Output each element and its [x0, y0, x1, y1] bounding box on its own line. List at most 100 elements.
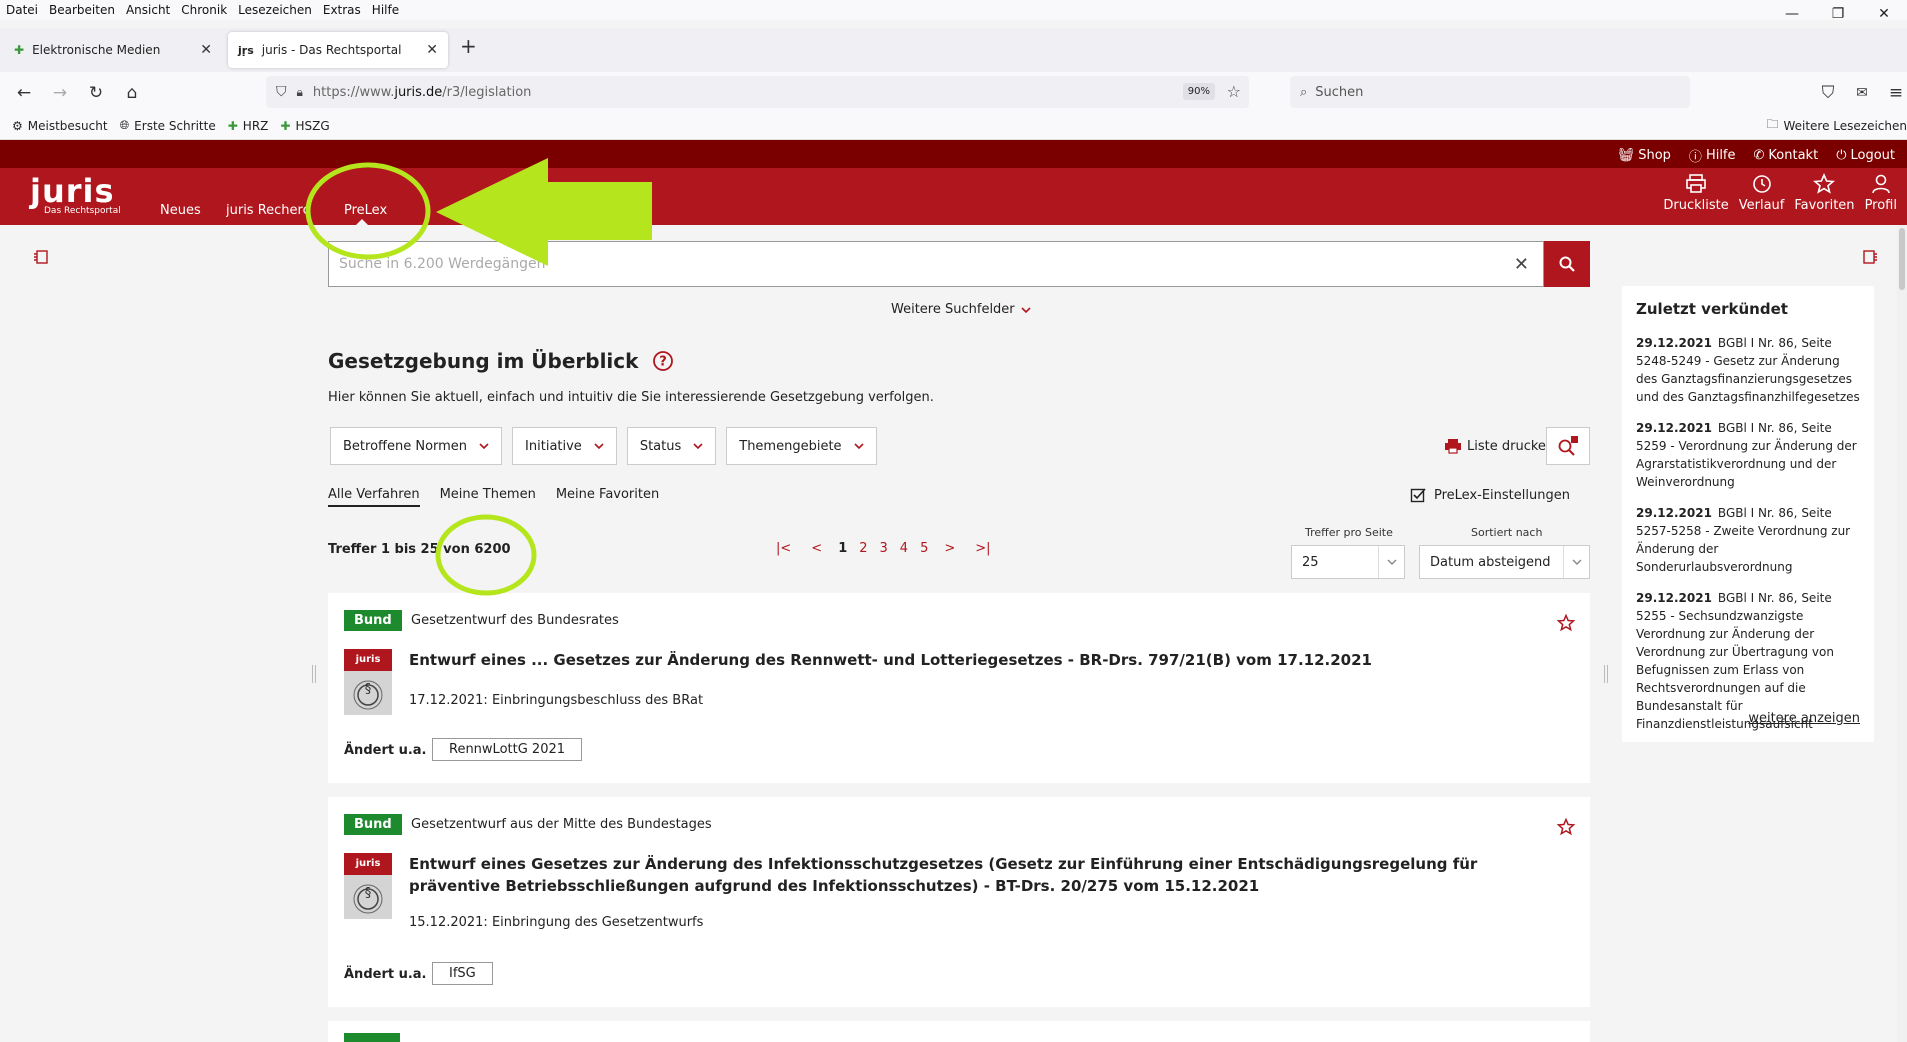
favoriten-button[interactable]: Favoriten	[1794, 172, 1855, 213]
minimize-button[interactable]: —	[1769, 0, 1815, 28]
first-page-icon[interactable]: |<	[776, 541, 791, 556]
favorite-star-icon[interactable]	[1556, 613, 1576, 633]
profil-button[interactable]: Profil	[1865, 172, 1897, 213]
prelex-einstellungen-link[interactable]: PreLex-Einstellungen	[1410, 487, 1570, 503]
result-card[interactable]: Bund Gesetzentwurf aus der Mitte des Bun…	[328, 797, 1590, 1007]
menu-hilfe[interactable]: Hilfe	[372, 3, 399, 17]
tab-alle-verfahren[interactable]: Alle Verfahren	[328, 487, 420, 507]
tab-meine-favoriten[interactable]: Meine Favoriten	[556, 487, 659, 507]
folder-icon: 🗀	[1766, 117, 1779, 131]
page-scrollbar[interactable]	[1897, 225, 1907, 1042]
juris-favicon-icon: jṛs	[238, 43, 254, 57]
forward-icon[interactable]: →	[48, 81, 72, 105]
document-status-date: 15.12.2021: Einbringung des Gesetzentwur…	[409, 915, 704, 930]
search-button[interactable]	[1544, 241, 1590, 287]
clear-icon[interactable]: ✕	[1514, 254, 1529, 275]
announcement-item[interactable]: 29.12.2021 BGBl I Nr. 86, Seite 5257-5258…	[1636, 504, 1860, 576]
maximize-button[interactable]: ❐	[1815, 0, 1861, 28]
sort-select[interactable]: Datum absteigend	[1419, 545, 1590, 579]
mail-icon[interactable]: ✉	[1850, 81, 1874, 105]
announcement-item[interactable]: 29.12.2021 BGBl I Nr. 86, Seite 5259 - Ve…	[1636, 419, 1860, 491]
filter-status[interactable]: Status	[626, 427, 717, 465]
help-link[interactable]: ⓘ Hilfe	[1689, 146, 1736, 165]
globe-icon: 🌐︎	[119, 118, 130, 132]
menu-chronik[interactable]: Chronik	[181, 3, 227, 17]
page-3[interactable]: 3	[880, 541, 888, 556]
page-4[interactable]: 4	[900, 541, 908, 556]
weitere-anzeigen-link[interactable]: weitere anzeigen	[1748, 711, 1860, 726]
new-tab-icon[interactable]: +	[460, 34, 477, 58]
tab-meine-themen[interactable]: Meine Themen	[440, 487, 536, 507]
zoom-badge[interactable]: 90%	[1182, 83, 1215, 100]
menu-datei[interactable]: Datei	[6, 3, 38, 17]
menu-ansicht[interactable]: Ansicht	[126, 3, 170, 17]
left-resize-handle[interactable]	[312, 665, 316, 683]
document-title[interactable]: Entwurf eines ... Gesetzes zur Änderung …	[409, 649, 1569, 671]
chevron-down-icon	[479, 443, 489, 450]
scrollbar-thumb[interactable]	[1899, 228, 1905, 290]
chevron-down-icon	[1378, 546, 1404, 578]
chevron-down-icon	[1563, 546, 1589, 578]
nav-prelex[interactable]: PreLex	[344, 203, 387, 218]
contact-link[interactable]: ✆ Kontakt	[1754, 146, 1819, 165]
druckliste-button[interactable]: Druckliste	[1663, 172, 1729, 213]
close-window-button[interactable]: ✕	[1861, 0, 1907, 28]
bookmarks-more[interactable]: 🗀 Weitere Lesezeichen	[1766, 115, 1907, 136]
tab-juris[interactable]: jṛs juris - Das Rechtsportal ✕	[228, 32, 448, 68]
page-title: Gesetzgebung im Überblick ?	[328, 349, 674, 373]
menu-extras[interactable]: Extras	[323, 3, 361, 17]
page-5[interactable]: 5	[920, 541, 928, 556]
nav-neues[interactable]: Neues	[160, 203, 201, 218]
filter-initiative[interactable]: Initiative	[512, 427, 617, 465]
close-tab-icon[interactable]: ✕	[426, 42, 438, 58]
lock-icon: 🔒︎	[296, 84, 303, 99]
power-icon: ⏻	[1836, 148, 1847, 163]
result-card[interactable]	[328, 1021, 1590, 1042]
prev-page-icon[interactable]: <	[811, 541, 822, 556]
bookmark-hrz[interactable]: ✚ HRZ	[228, 119, 269, 133]
saved-search-button[interactable]	[1546, 427, 1590, 465]
search-input[interactable]: Suche in 6.200 Werdegängen ✕	[328, 241, 1544, 287]
favorite-star-icon[interactable]	[1556, 817, 1576, 837]
bookmark-meistbesucht[interactable]: ⚙ Meistbesucht	[12, 119, 108, 133]
norm-tag[interactable]: RennwLottG 2021	[432, 738, 583, 761]
right-resize-handle[interactable]	[1604, 665, 1608, 683]
document-title[interactable]: Entwurf eines Gesetzes zur Änderung des …	[409, 853, 1569, 897]
filter-betroffene-normen[interactable]: Betroffene Normen	[330, 427, 503, 465]
aendert-label: Ändert u.a.	[344, 743, 427, 758]
weitere-suchfelder-toggle[interactable]: Weitere Suchfelder	[891, 302, 1031, 317]
bookmark-star-icon[interactable]: ☆	[1227, 82, 1241, 101]
menu-bearbeiten[interactable]: Bearbeiten	[49, 3, 115, 17]
bookmark-hszg[interactable]: ✚ HSZG	[280, 119, 329, 133]
verlauf-button[interactable]: Verlauf	[1739, 172, 1784, 213]
chevron-down-icon	[1021, 306, 1031, 313]
norm-tag[interactable]: IfSG	[432, 962, 493, 985]
logout-link[interactable]: ⏻ Logout	[1836, 146, 1895, 165]
back-icon[interactable]: ←	[12, 81, 36, 105]
last-page-icon[interactable]: >|	[975, 541, 990, 556]
close-tab-icon[interactable]: ✕	[200, 42, 212, 58]
announcement-item[interactable]: 29.12.2021 BGBl I Nr. 86, Seite 5248-5249…	[1636, 334, 1860, 406]
collapse-left-panel-icon[interactable]	[33, 249, 49, 265]
juris-logo[interactable]: juris Das Rechtsportal	[30, 175, 121, 216]
nav-juris-recherche[interactable]: juris Recherche	[226, 203, 306, 218]
menu-lesezeichen[interactable]: Lesezeichen	[238, 3, 312, 17]
next-page-icon[interactable]: >	[944, 541, 955, 556]
reload-icon[interactable]: ↻	[84, 81, 108, 105]
url-bar[interactable]: ⛉ 🔒︎ https://www.juris.de/r3/legislation…	[266, 76, 1249, 108]
per-page-select[interactable]: 25	[1291, 545, 1405, 579]
filter-themengebiete[interactable]: Themengebiete	[726, 427, 877, 465]
result-card[interactable]: Bund Gesetzentwurf des Bundesrates juris…	[328, 593, 1590, 783]
menu-icon[interactable]: ≡	[1884, 81, 1907, 105]
help-circle-icon[interactable]: ?	[652, 350, 674, 372]
tab-elektronische-medien[interactable]: ✚ Elektronische Medien ✕	[4, 32, 222, 68]
shop-link[interactable]: 🧺︎ Shop	[1618, 146, 1671, 165]
pocket-icon[interactable]: ⛉	[1816, 81, 1840, 105]
home-icon[interactable]: ⌂	[120, 81, 144, 105]
bookmark-erste-schritte[interactable]: 🌐︎ Erste Schritte	[120, 118, 216, 133]
collapse-right-panel-icon[interactable]	[1862, 249, 1878, 265]
page-2[interactable]: 2	[859, 541, 867, 556]
browser-search-input[interactable]: ⌕ Suchen	[1290, 76, 1690, 108]
page-1[interactable]: 1	[838, 541, 847, 556]
liste-drucken-button[interactable]: Liste drucken	[1444, 438, 1554, 454]
